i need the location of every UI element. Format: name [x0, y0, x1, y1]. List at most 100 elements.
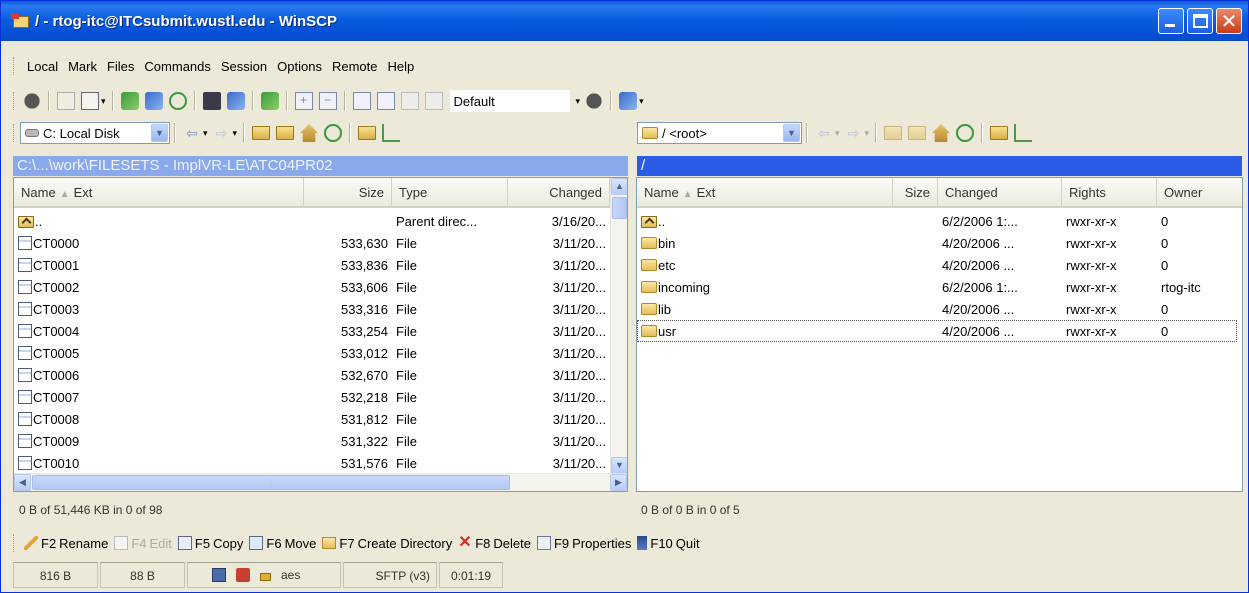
tree-icon[interactable]	[382, 124, 401, 142]
column-name[interactable]: Name ▲ Ext	[637, 178, 893, 208]
delete-button[interactable]: ✕ F8 Delete	[458, 535, 531, 551]
sessions-icon[interactable]	[260, 92, 279, 110]
create-directory-button[interactable]: F7 Create Directory	[322, 536, 452, 551]
clear-selection-icon[interactable]	[400, 92, 419, 110]
quit-button[interactable]: F10 Quit	[637, 536, 700, 551]
scroll-right-button[interactable]: ▶	[610, 474, 627, 491]
menu-session[interactable]: Session	[216, 57, 272, 76]
scroll-down-button[interactable]: ▼	[611, 457, 627, 474]
table-row[interactable]: CT0001 533,836 File 3/11/20...	[14, 254, 610, 276]
table-row[interactable]: CT0009 531,322 File 3/11/20...	[14, 430, 610, 452]
refresh-icon[interactable]	[956, 124, 975, 142]
back-icon[interactable]: ⇦	[183, 124, 201, 142]
refresh-icon[interactable]	[168, 92, 187, 110]
menu-remote[interactable]: Remote	[327, 57, 383, 76]
column-size[interactable]: Size	[304, 178, 392, 208]
maximize-button[interactable]	[1187, 8, 1213, 34]
parent-directory-icon[interactable]	[884, 126, 903, 140]
column-size[interactable]: Size	[893, 178, 938, 208]
move-button[interactable]: F6 Move	[249, 536, 316, 551]
copy-button[interactable]: F5 Copy	[177, 536, 243, 551]
table-row[interactable]: lib 4/20/2006 ... rwxr-xr-x 0	[637, 298, 1237, 320]
refresh-icon[interactable]	[324, 124, 343, 142]
synchronize-icon[interactable]	[144, 92, 163, 110]
restore-selection-icon[interactable]	[424, 92, 443, 110]
open-directory-icon[interactable]	[990, 126, 1009, 140]
scroll-thumb[interactable]: ⦙	[32, 475, 510, 490]
local-path-bar[interactable]: C:\...\work\FILESETS - ImplVR-LE\ATC04PR…	[13, 156, 628, 176]
title-bar[interactable]: / - rtog-itc@ITCsubmit.wustl.edu - WinSC…	[1, 1, 1248, 41]
table-row[interactable]: CT0010 531,576 File 3/11/20...	[14, 452, 610, 474]
unselect-files-icon[interactable]: −	[318, 92, 337, 110]
chevron-down-icon[interactable]: ▾	[639, 96, 644, 107]
table-row[interactable]: CT0008 531,812 File 3/11/20...	[14, 408, 610, 430]
menu-mark[interactable]: Mark	[63, 57, 102, 76]
table-row[interactable]: bin 4/20/2006 ... rwxr-xr-x 0	[637, 232, 1237, 254]
rename-button[interactable]: F2 Rename	[24, 536, 108, 551]
properties-button[interactable]: F9 Properties	[536, 536, 631, 551]
forward-icon[interactable]: ⇨	[213, 124, 231, 142]
chevron-down-icon[interactable]: ▾	[233, 128, 238, 139]
remote-file-list[interactable]: Name ▲ Ext Size Changed Rights Owner .. 6/2…	[636, 177, 1243, 492]
chevron-down-icon[interactable]: ▾	[865, 128, 870, 139]
local-horizontal-scrollbar[interactable]: ◀ ⦙ ▶	[14, 473, 627, 491]
remote-path-bar[interactable]: /	[637, 156, 1242, 176]
menu-local[interactable]: Local	[22, 57, 63, 76]
select-files-icon[interactable]: +	[294, 92, 313, 110]
open-directory-icon[interactable]	[358, 126, 377, 140]
parent-directory-icon[interactable]	[252, 126, 271, 140]
table-row[interactable]: CT0004 533,254 File 3/11/20...	[14, 320, 610, 342]
table-row[interactable]: .. Parent direc... 3/16/20...	[14, 210, 610, 232]
menu-options[interactable]: Options	[272, 57, 327, 76]
chevron-down-icon[interactable]: ▾	[835, 128, 840, 139]
table-row[interactable]: CT0002 533,606 File 3/11/20...	[14, 276, 610, 298]
local-drive-select[interactable]: C: Local Disk ▼	[20, 122, 170, 144]
edit-button[interactable]: F4 Edit	[114, 536, 172, 551]
table-row[interactable]: .. 6/2/2006 1:... rwxr-xr-x 0	[637, 210, 1237, 232]
column-name[interactable]: Name ▲ Ext	[14, 178, 304, 208]
local-file-list[interactable]: Name ▲ Ext Size Type Changed .. Parent dire…	[13, 177, 628, 492]
compare-directories-icon[interactable]	[120, 92, 139, 110]
table-row[interactable]: usr 4/20/2006 ... rwxr-xr-x 0	[637, 320, 1237, 342]
forward-icon[interactable]: ⇨	[845, 124, 863, 142]
toolbar-grip[interactable]	[13, 534, 16, 552]
column-rights[interactable]: Rights	[1062, 178, 1157, 208]
console-icon[interactable]	[202, 92, 221, 110]
chevron-down-icon[interactable]: ▾	[101, 96, 106, 107]
queue-icon[interactable]	[81, 92, 99, 110]
minimize-button[interactable]	[1158, 8, 1184, 34]
toolbar-grip[interactable]	[13, 124, 16, 142]
chevron-down-icon[interactable]: ▼	[783, 124, 800, 142]
close-button[interactable]: ✕	[1216, 8, 1242, 34]
column-type[interactable]: Type	[392, 178, 508, 208]
home-directory-icon[interactable]	[300, 124, 319, 142]
putty-icon[interactable]	[226, 92, 245, 110]
column-changed[interactable]: Changed	[938, 178, 1062, 208]
chevron-down-icon[interactable]: ▾	[576, 96, 581, 107]
table-row[interactable]: CT0000 533,630 File 3/11/20...	[14, 232, 610, 254]
back-icon[interactable]: ⇦	[815, 124, 833, 142]
select-all-icon[interactable]	[352, 92, 371, 110]
table-row[interactable]: etc 4/20/2006 ... rwxr-xr-x 0	[637, 254, 1237, 276]
queue-options-icon[interactable]	[619, 92, 638, 110]
table-row[interactable]: CT0006 532,670 File 3/11/20...	[14, 364, 610, 386]
scroll-left-button[interactable]: ◀	[14, 474, 31, 491]
table-row[interactable]: CT0005 533,012 File 3/11/20...	[14, 342, 610, 364]
table-row[interactable]: CT0007 532,218 File 3/11/20...	[14, 386, 610, 408]
menu-help[interactable]: Help	[382, 57, 419, 76]
column-changed[interactable]: Changed	[508, 178, 610, 208]
root-directory-icon[interactable]	[276, 126, 295, 140]
menu-files[interactable]: Files	[102, 57, 139, 76]
toolbar-grip[interactable]	[13, 92, 16, 110]
remote-location-select[interactable]: / <root> ▼	[637, 122, 802, 144]
preferences-icon[interactable]	[23, 92, 41, 110]
column-owner[interactable]: Owner	[1157, 178, 1242, 208]
transfer-preset-select[interactable]: Default	[449, 90, 570, 112]
transfer-settings-icon[interactable]	[585, 92, 604, 110]
scroll-up-button[interactable]: ▲	[611, 178, 627, 195]
chevron-down-icon[interactable]: ▾	[203, 128, 208, 139]
home-directory-icon[interactable]	[932, 124, 951, 142]
invert-selection-icon[interactable]	[376, 92, 395, 110]
scroll-thumb[interactable]	[612, 197, 627, 219]
root-directory-icon[interactable]	[908, 126, 927, 140]
